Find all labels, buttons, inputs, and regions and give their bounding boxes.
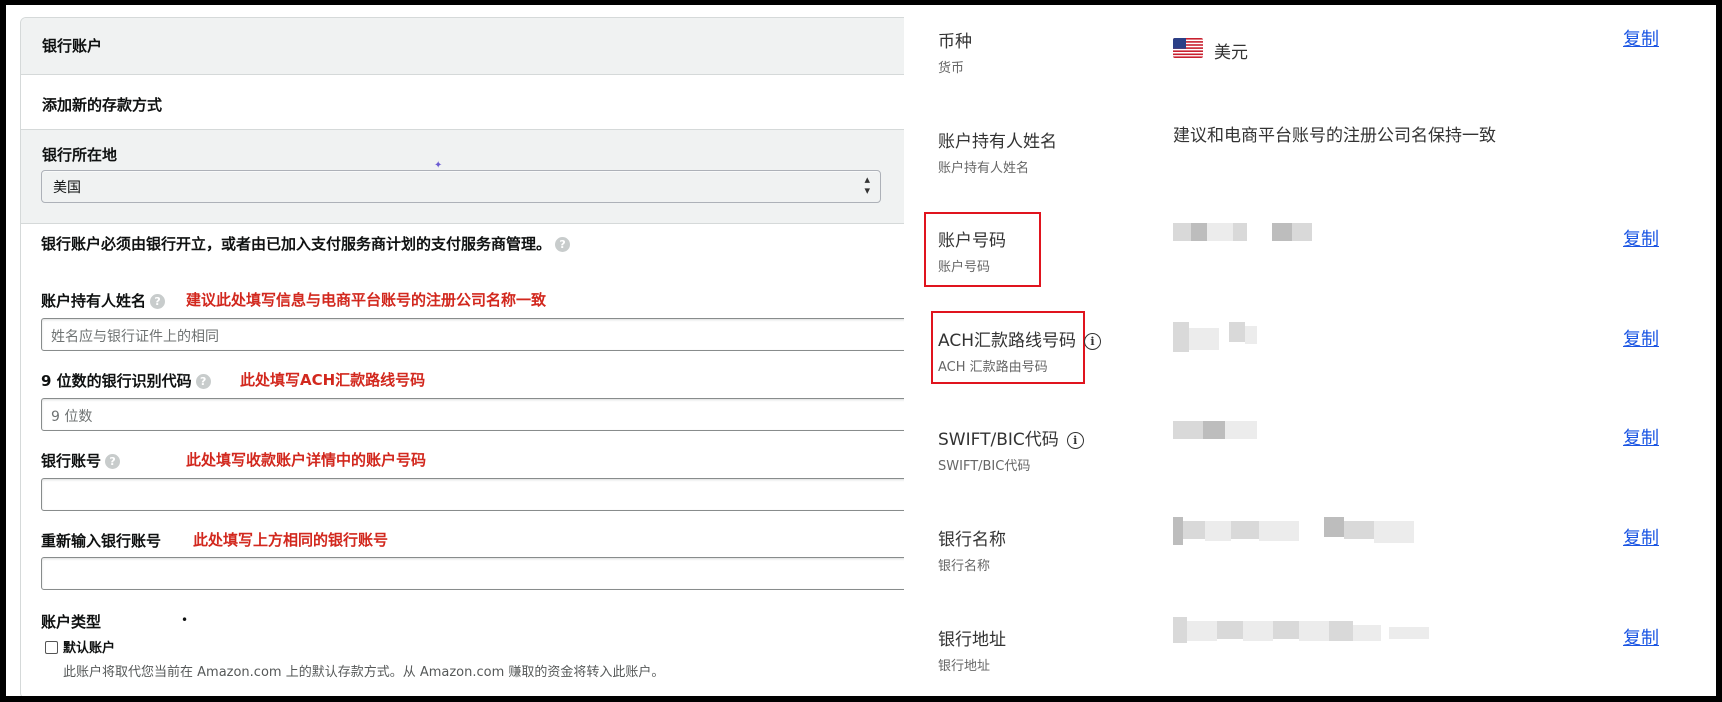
swift-label-text: SWIFT/BIC代码 [938, 430, 1059, 450]
routing-number-label-text: 9 位数的银行识别代码 [41, 372, 192, 390]
currency-value: 美元 [1214, 43, 1248, 63]
holder-name-value: 建议和电商平台账号的注册公司名保持一致 [1173, 126, 1496, 146]
holder-name-label: 账户持有人姓名? [41, 290, 166, 311]
account-number-label-text: 银行账号 [41, 452, 102, 470]
blur-block [1229, 322, 1245, 342]
bank-account-form: 银行账户 添加新的存款方式 银行所在地 美国 ▴ ▾ ✦ 银行账户必须由银行开立，… [6, 5, 952, 696]
add-deposit-method-title: 添加新的存款方式 [42, 96, 163, 114]
blur-block [1191, 223, 1207, 241]
reenter-account-input[interactable] [41, 557, 921, 590]
account-number-note: 此处填写收款账户详情中的账户号码 [186, 451, 427, 469]
copy-currency-link[interactable]: 复制 [1623, 25, 1659, 51]
info-icon[interactable]: i [1066, 432, 1084, 449]
blur-block [1353, 625, 1381, 641]
blur-block [1173, 421, 1203, 439]
blur-block [1173, 322, 1189, 352]
sparkle-icon: ✦ [434, 160, 443, 171]
account-number-label: 银行账号? [41, 450, 121, 471]
form-header: 银行账户 [21, 18, 951, 75]
intro-text-content: 银行账户必须由银行开立，或者由已加入支付服务商计划的支付服务商管理。 [41, 235, 552, 253]
swift-label: SWIFT/BIC代码 i [938, 425, 1084, 450]
blur-block [1233, 223, 1247, 241]
bank-name-sublabel: 银行名称 [938, 559, 991, 574]
account-details-panel: 币种 货币 美元 复制 账户持有人姓名 账户持有人姓名 建议和电商平台账号的注册… [904, 5, 1716, 696]
copy-account-number-link[interactable]: 复制 [1623, 225, 1659, 251]
account-number-label: 账户号码 [938, 231, 1006, 251]
blur-block [1272, 223, 1292, 241]
ach-routing-label-text: ACH汇款路线号码 [938, 331, 1076, 351]
reenter-account-note: 此处填写上方相同的银行账号 [193, 531, 389, 549]
blur-block [1292, 223, 1312, 241]
blur-block [1245, 326, 1257, 344]
default-account-label: 默认账户 [63, 641, 116, 656]
help-icon[interactable]: ? [105, 454, 121, 469]
routing-number-label: 9 位数的银行识别代码? [41, 370, 211, 391]
info-icon[interactable]: i [1083, 333, 1101, 350]
blur-block [1183, 521, 1205, 539]
blur-block [1203, 421, 1225, 439]
currency-label: 币种 [938, 32, 972, 52]
copy-bank-address-link[interactable]: 复制 [1623, 624, 1659, 650]
ach-routing-sublabel: ACH 汇款路由号码 [938, 360, 1048, 375]
holder-name-placeholder: 姓名应与银行证件上的相同 [51, 329, 219, 345]
bank-location-panel: 银行所在地 美国 ▴ ▾ [21, 130, 951, 224]
blur-block [1389, 627, 1429, 639]
blur-block [1231, 521, 1259, 539]
blur-block [1189, 328, 1219, 350]
help-icon[interactable]: ? [555, 237, 571, 252]
bank-name-label: 银行名称 [938, 530, 1006, 550]
bank-location-value: 美国 [53, 180, 81, 196]
blur-block [1374, 521, 1414, 543]
holder-name-sublabel: 账户持有人姓名 [938, 161, 1030, 176]
holder-name-input[interactable]: 姓名应与银行证件上的相同 [41, 318, 921, 351]
account-number-sublabel: 账户号码 [938, 260, 991, 275]
bank-address-label: 银行地址 [938, 630, 1006, 650]
bank-address-sublabel: 银行地址 [938, 659, 991, 674]
holder-name-label-text: 账户持有人姓名 [41, 292, 147, 310]
bullet-dot: • [181, 613, 189, 627]
ach-routing-label: ACH汇款路线号码 i [938, 326, 1101, 351]
routing-number-placeholder: 9 位数 [51, 409, 93, 425]
blur-block [1173, 223, 1191, 241]
routing-number-note: 此处填写ACH汇款路线号码 [240, 371, 426, 389]
blur-block [1205, 521, 1231, 541]
blur-block [1207, 223, 1233, 241]
blur-block [1173, 517, 1183, 545]
blur-block [1243, 621, 1273, 641]
account-type-label: 账户类型 [41, 613, 102, 631]
copy-swift-link[interactable]: 复制 [1623, 424, 1659, 450]
copy-bank-name-link[interactable]: 复制 [1623, 524, 1659, 550]
blur-block [1173, 617, 1187, 643]
form-box: 银行账户 添加新的存款方式 银行所在地 美国 ▴ ▾ [20, 17, 952, 696]
help-icon[interactable]: ? [150, 294, 166, 309]
swift-sublabel: SWIFT/BIC代码 [938, 459, 1031, 474]
blur-block [1299, 621, 1329, 641]
screenshot-frame: 银行账户 添加新的存款方式 银行所在地 美国 ▴ ▾ ✦ 银行账户必须由银行开立，… [6, 5, 1716, 696]
blur-block [1273, 621, 1299, 639]
blur-block [1217, 621, 1243, 639]
default-account-description: 此账户将取代您当前在 Amazon.com 上的默认存款方式。从 Amazon.… [63, 665, 665, 680]
routing-number-input[interactable]: 9 位数 [41, 398, 921, 431]
account-number-input[interactable] [41, 478, 921, 511]
copy-ach-routing-link[interactable]: 复制 [1623, 325, 1659, 351]
reenter-account-label: 重新输入银行账号 [41, 532, 162, 550]
blur-block [1329, 621, 1353, 641]
bank-location-label: 银行所在地 [42, 146, 118, 164]
us-flag-icon [1173, 38, 1203, 58]
form-title: 银行账户 [42, 37, 103, 55]
intro-text: 银行账户必须由银行开立，或者由已加入支付服务商计划的支付服务商管理。? [41, 233, 571, 254]
blur-block [1187, 621, 1217, 641]
blur-block [1259, 521, 1299, 541]
holder-name-note: 建议此处填写信息与电商平台账号的注册公司名称一致 [186, 291, 547, 309]
blur-block [1344, 521, 1374, 539]
currency-sublabel: 货币 [938, 61, 965, 76]
blur-block [1225, 421, 1257, 439]
bank-location-select[interactable]: 美国 ▴ ▾ [41, 170, 881, 203]
help-icon[interactable]: ? [195, 374, 211, 389]
blur-block [1324, 517, 1344, 537]
select-arrows-icon: ▴ ▾ [864, 173, 870, 197]
default-account-checkbox[interactable] [45, 641, 58, 654]
holder-name-label: 账户持有人姓名 [938, 132, 1057, 152]
